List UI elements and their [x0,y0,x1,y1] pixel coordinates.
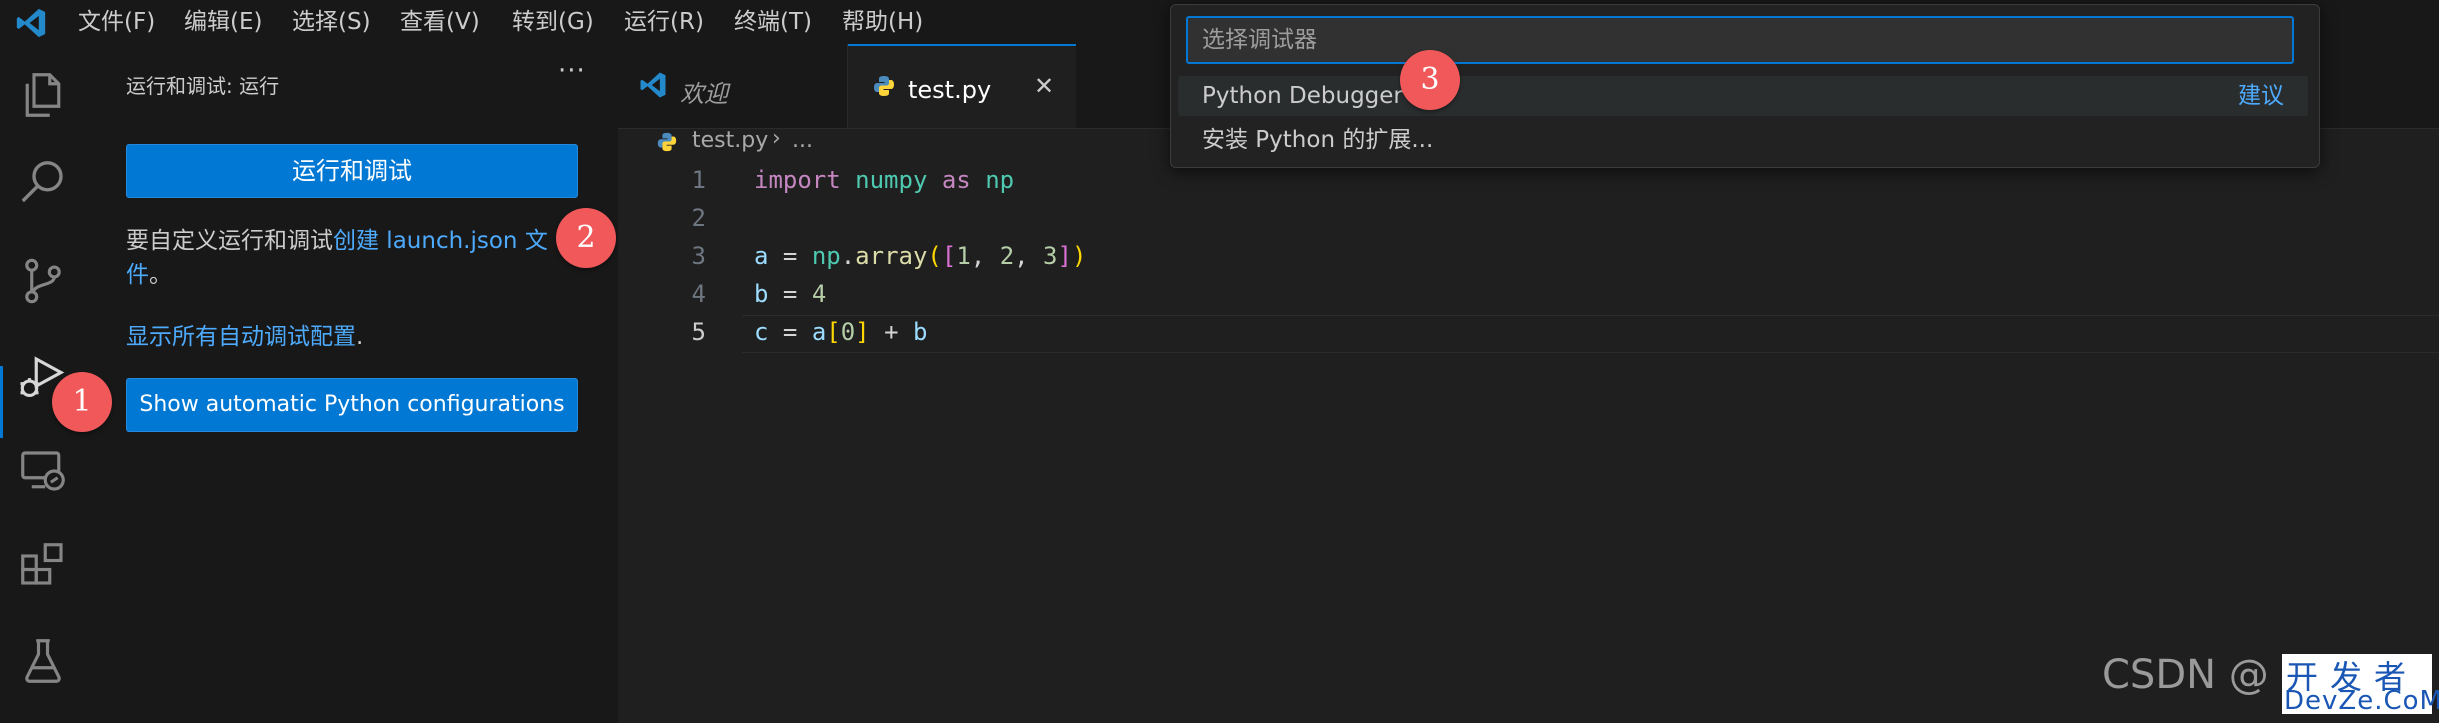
code-token: 0 [840,318,856,346]
code-token: , [1014,242,1044,270]
code-token: ] [855,318,870,346]
code-token: 3 [1043,242,1058,270]
period-text: 。 [149,262,172,288]
code-token: [ [941,242,957,270]
menu-file[interactable]: 文件(F) [78,0,155,44]
customize-text: 要自定义运行和调试 [126,228,333,254]
breadcrumb-symbols[interactable]: ... [792,128,813,153]
line-number: 4 [691,280,706,308]
extensions-icon[interactable] [16,538,70,592]
line-number: 2 [691,204,706,232]
callout-2: 2 [556,208,616,268]
show-all-configs-link[interactable]: 显示所有自动调试配置 [126,324,356,350]
code-token: a [811,318,827,346]
code-line[interactable]: a = np.array([1, 2, 3]) [754,242,1086,270]
code-token: import [754,166,841,194]
code-token: = [768,318,812,346]
create-launch-json-link[interactable]: 创建 launch.json 文 [333,228,548,254]
code-token: 4 [811,280,827,308]
vscode-logo-icon [16,8,46,38]
active-indicator [0,366,3,438]
run-and-debug-button[interactable]: 运行和调试 [126,144,578,198]
menu-view[interactable]: 查看(V) [400,0,480,44]
select-debugger-input[interactable] [1186,16,2294,64]
line-number: 3 [691,242,706,270]
code-token: + [869,318,913,346]
more-actions-button[interactable]: ··· [558,56,586,86]
code-token: as [941,166,971,194]
code-token: , [970,242,1000,270]
line-number: 1 [691,166,706,194]
callout-3: 3 [1400,50,1460,110]
code-token: np [985,166,1015,194]
quick-pick-item-label: Python Debugger [1202,83,1403,109]
testing-icon[interactable] [16,634,70,688]
code-token: [ [826,318,841,346]
code-token: array [855,242,928,270]
remote-explorer-icon[interactable] [16,444,70,498]
current-line-highlight [742,315,2439,353]
vscode-logo-icon [640,72,666,98]
breadcrumb-file[interactable]: test.py [692,128,768,153]
quick-pick-item-install-extension[interactable]: 安装 Python 的扩展... [1178,120,2308,160]
menu-go[interactable]: 转到(G) [512,0,594,44]
code-token: b [754,280,769,308]
tab-test-py[interactable]: test.py ✕ [848,44,1076,128]
code-token: c [754,318,769,346]
files-icon[interactable] [16,68,70,122]
quick-pick-item-python-debugger[interactable]: Python Debugger 建议 [1178,76,2308,116]
code-token: = [768,280,812,308]
show-python-configs-button[interactable]: Show automatic Python configurations [126,378,578,432]
code-line[interactable]: c = a[0] + b [754,318,927,346]
quick-pick-item-label: 安装 Python 的扩展... [1202,127,1434,153]
code-token: 1 [956,242,971,270]
menu-selection[interactable]: 选择(S) [292,0,371,44]
search-icon[interactable] [16,156,70,210]
show-all-configs-line: 显示所有自动调试配置. [126,320,363,354]
code-token: . [840,242,856,270]
code-token: = [768,242,812,270]
python-file-icon [657,132,677,152]
tab-welcome[interactable]: 欢迎 [618,44,848,128]
code-line[interactable]: import numpy as np [754,166,1014,194]
breadcrumb-separator: › [772,126,781,151]
code-token: ] [1057,242,1072,270]
watermark-csdn: CSDN @ [2102,652,2269,698]
sidebar-title: 运行和调试: 运行 [126,74,280,98]
sidebar: 运行和调试: 运行 ··· 运行和调试 要自定义运行和调试创建 launch.j… [88,44,619,723]
code-token: a [754,242,769,270]
create-launch-json-link-cont[interactable]: 件 [126,262,149,288]
code-token: b [912,318,928,346]
show-all-period: . [356,324,364,350]
code-token: ( [927,242,942,270]
menu-edit[interactable]: 编辑(E) [184,0,262,44]
tab-test-py-label: test.py [908,76,992,104]
close-icon[interactable]: ✕ [1034,72,1054,100]
watermark-en: DevZe.CoM [2284,686,2439,716]
code-token: ) [1071,242,1087,270]
tab-welcome-label: 欢迎 [680,80,728,108]
menu-run[interactable]: 运行(R) [624,0,704,44]
python-file-icon [874,76,894,96]
menu-help[interactable]: 帮助(H) [842,0,923,44]
source-control-icon[interactable] [16,254,70,308]
code-token: np [811,242,841,270]
customize-text-line1: 要自定义运行和调试创建 launch.json 文 [126,224,548,258]
code-line[interactable]: b = 4 [754,280,826,308]
callout-1: 1 [52,372,112,432]
menu-terminal[interactable]: 终端(T) [734,0,812,44]
code-token: 2 [999,242,1015,270]
line-number-current: 5 [691,318,706,346]
suggested-badge: 建议 [2238,83,2284,109]
customize-text-line2: 件。 [126,258,172,292]
code-token: numpy [855,166,928,194]
